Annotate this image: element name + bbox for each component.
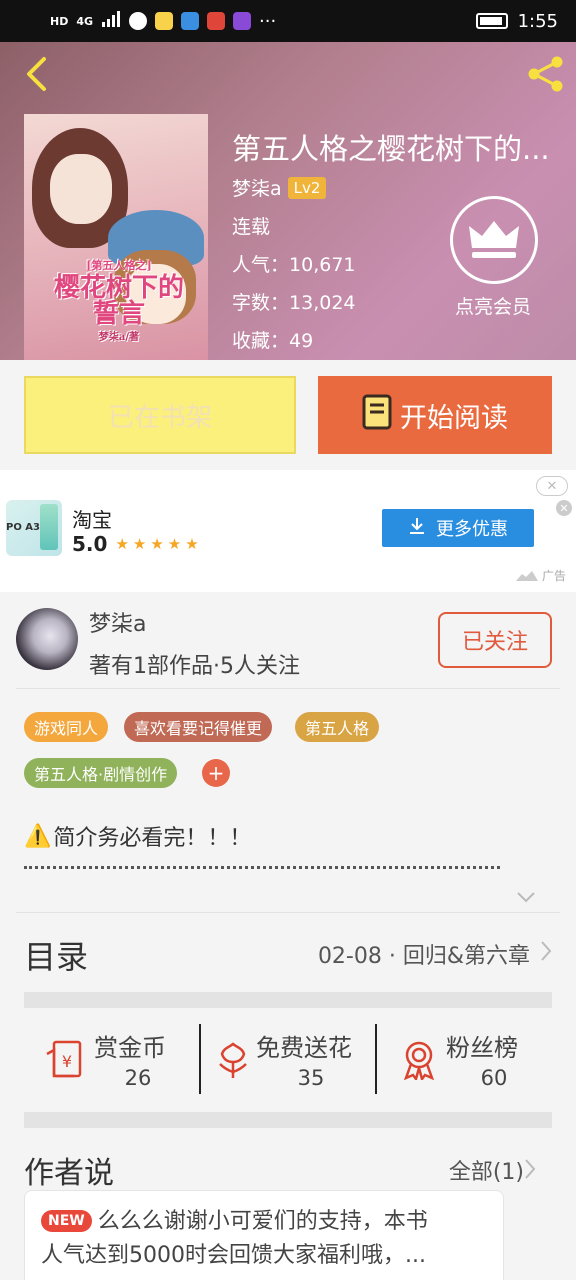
- tag-2[interactable]: 第五人格: [295, 712, 380, 742]
- video-notification-icon: [233, 12, 252, 30]
- reader-notification-icon: [207, 12, 226, 30]
- tag-0[interactable]: 游戏同人: [24, 712, 109, 742]
- battery-icon: [475, 13, 508, 29]
- reward-fan-ranking[interactable]: 粉丝榜 60: [376, 1008, 552, 1112]
- book-favorites: 收藏：49: [232, 330, 314, 352]
- action-bar: 已在书架 开始阅读: [0, 360, 576, 470]
- intro-ellipsis: [24, 866, 500, 869]
- vip-membership[interactable]: 点亮会员: [450, 196, 540, 319]
- flower-icon: [214, 1040, 252, 1084]
- chat-notification-icon: [129, 12, 148, 30]
- divider: [16, 688, 560, 689]
- cover-title-art: [第五人格之] 樱花树下的誓言 梦柒a/著: [54, 259, 185, 343]
- author-note-line2: 人气达到5000时会回馈大家福利哦，...: [41, 1243, 426, 1268]
- browser-notification-icon: [181, 12, 200, 30]
- warning-icon: ⚠️: [24, 823, 52, 849]
- author-name[interactable]: 梦柒a: [89, 606, 146, 638]
- tag-3[interactable]: 第五人格·剧情创作: [24, 758, 178, 788]
- ad-close-icon[interactable]: ✕: [536, 476, 568, 496]
- table-of-contents[interactable]: 目录 02-08 · 回归&第六章: [24, 912, 552, 992]
- author-says-all-link[interactable]: 全部(1): [449, 1154, 524, 1186]
- reward-flowers[interactable]: 免费送花 35: [200, 1008, 376, 1112]
- followed-button[interactable]: 已关注: [438, 612, 552, 668]
- download-icon: [408, 517, 426, 540]
- medal-icon: [400, 1040, 438, 1084]
- ad-rating: 5.0 ★ ★ ★ ★ ★: [72, 532, 199, 556]
- author-note-card[interactable]: NEW 么么么谢谢小可爱们的支持，本书 人气达到5000时会回馈大家福利哦，...: [24, 1190, 504, 1280]
- author-note-line1: 么么么谢谢小可爱们的支持，本书: [97, 1209, 428, 1234]
- author-says-title: 作者说: [24, 1156, 114, 1191]
- in-shelf-button[interactable]: 已在书架: [24, 376, 296, 454]
- ad-thumbnail: PO A32: [6, 500, 62, 556]
- star-icon: ★: [167, 535, 182, 553]
- status-icons: HD 4G ···: [50, 10, 277, 32]
- toc-title: 目录: [24, 938, 89, 976]
- star-icon: ★: [185, 535, 199, 553]
- star-icon: ★: [150, 535, 164, 553]
- avatar[interactable]: [16, 608, 78, 670]
- reward-bar: ¥ 赏金币 26 免费送花 35 粉丝榜 60: [24, 1008, 552, 1112]
- tag-1[interactable]: 喜欢看要记得催更: [124, 712, 273, 742]
- book-icon: [362, 394, 392, 437]
- star-icon: ★: [132, 535, 147, 553]
- add-tag-button[interactable]: +: [202, 759, 230, 787]
- start-reading-button[interactable]: 开始阅读: [318, 376, 552, 454]
- book-cover[interactable]: [第五人格之] 樱花树下的誓言 梦柒a/著: [24, 114, 208, 360]
- vip-label: 点亮会员: [454, 296, 531, 318]
- ad-banner[interactable]: PO A32 淘宝 5.0 ★ ★ ★ ★ ★ 更多优惠 ✕ ✕ 广告: [0, 470, 576, 592]
- ad-label: 广告: [515, 567, 566, 584]
- latest-chapter[interactable]: 02-08 · 回归&第六章: [318, 938, 530, 970]
- book-title: 第五人格之樱花树下的...: [232, 132, 550, 166]
- new-badge: NEW: [41, 1210, 92, 1232]
- expand-intro-chevron-down-icon[interactable]: [516, 888, 536, 907]
- section-separator: [24, 1112, 552, 1128]
- book-status: 连载: [232, 216, 271, 238]
- author-level-badge: Lv2: [287, 176, 327, 199]
- intro-text: 简介务必看完！！！: [53, 826, 252, 851]
- book-author-name[interactable]: 梦柒a: [232, 174, 282, 201]
- back-icon[interactable]: [16, 54, 56, 94]
- crown-icon[interactable]: [450, 196, 538, 284]
- clock: 1:55: [517, 10, 558, 32]
- more-notifications-icon: ···: [259, 10, 277, 32]
- app-notification-icon: [155, 12, 174, 30]
- hd-indicator: HD: [50, 14, 69, 28]
- network-indicator: 4G: [76, 14, 94, 28]
- chevron-right-icon[interactable]: [540, 940, 552, 966]
- star-icon: ★: [115, 535, 129, 553]
- start-reading-label: 开始阅读: [400, 402, 508, 434]
- ad-more-deals-button[interactable]: 更多优惠: [382, 509, 534, 547]
- book-intro[interactable]: ⚠️ 简介务必看完！！！: [24, 820, 251, 852]
- ad-app-name: 淘宝: [72, 508, 112, 532]
- book-header: [第五人格之] 樱花树下的誓言 梦柒a/著 第五人格之樱花树下的... 梦柒a …: [0, 42, 576, 360]
- author-stats: 著有1部作品·5人关注: [89, 654, 300, 679]
- ad-dismiss-icon[interactable]: ✕: [556, 500, 572, 516]
- book-popularity: 人气：10,671: [232, 254, 356, 276]
- reward-coins[interactable]: ¥ 赏金币 26: [24, 1008, 200, 1112]
- chevron-right-icon[interactable]: [524, 1158, 536, 1184]
- share-icon[interactable]: [524, 52, 568, 96]
- status-bar: HD 4G ··· 1:55: [0, 0, 576, 42]
- red-envelope-icon: ¥: [44, 1040, 84, 1084]
- section-separator: [24, 992, 552, 1008]
- signal-icon: [101, 10, 121, 32]
- book-author-line[interactable]: 梦柒a Lv2: [232, 174, 327, 201]
- svg-text:¥: ¥: [62, 1052, 72, 1071]
- book-word-count: 字数：13,024: [232, 292, 356, 314]
